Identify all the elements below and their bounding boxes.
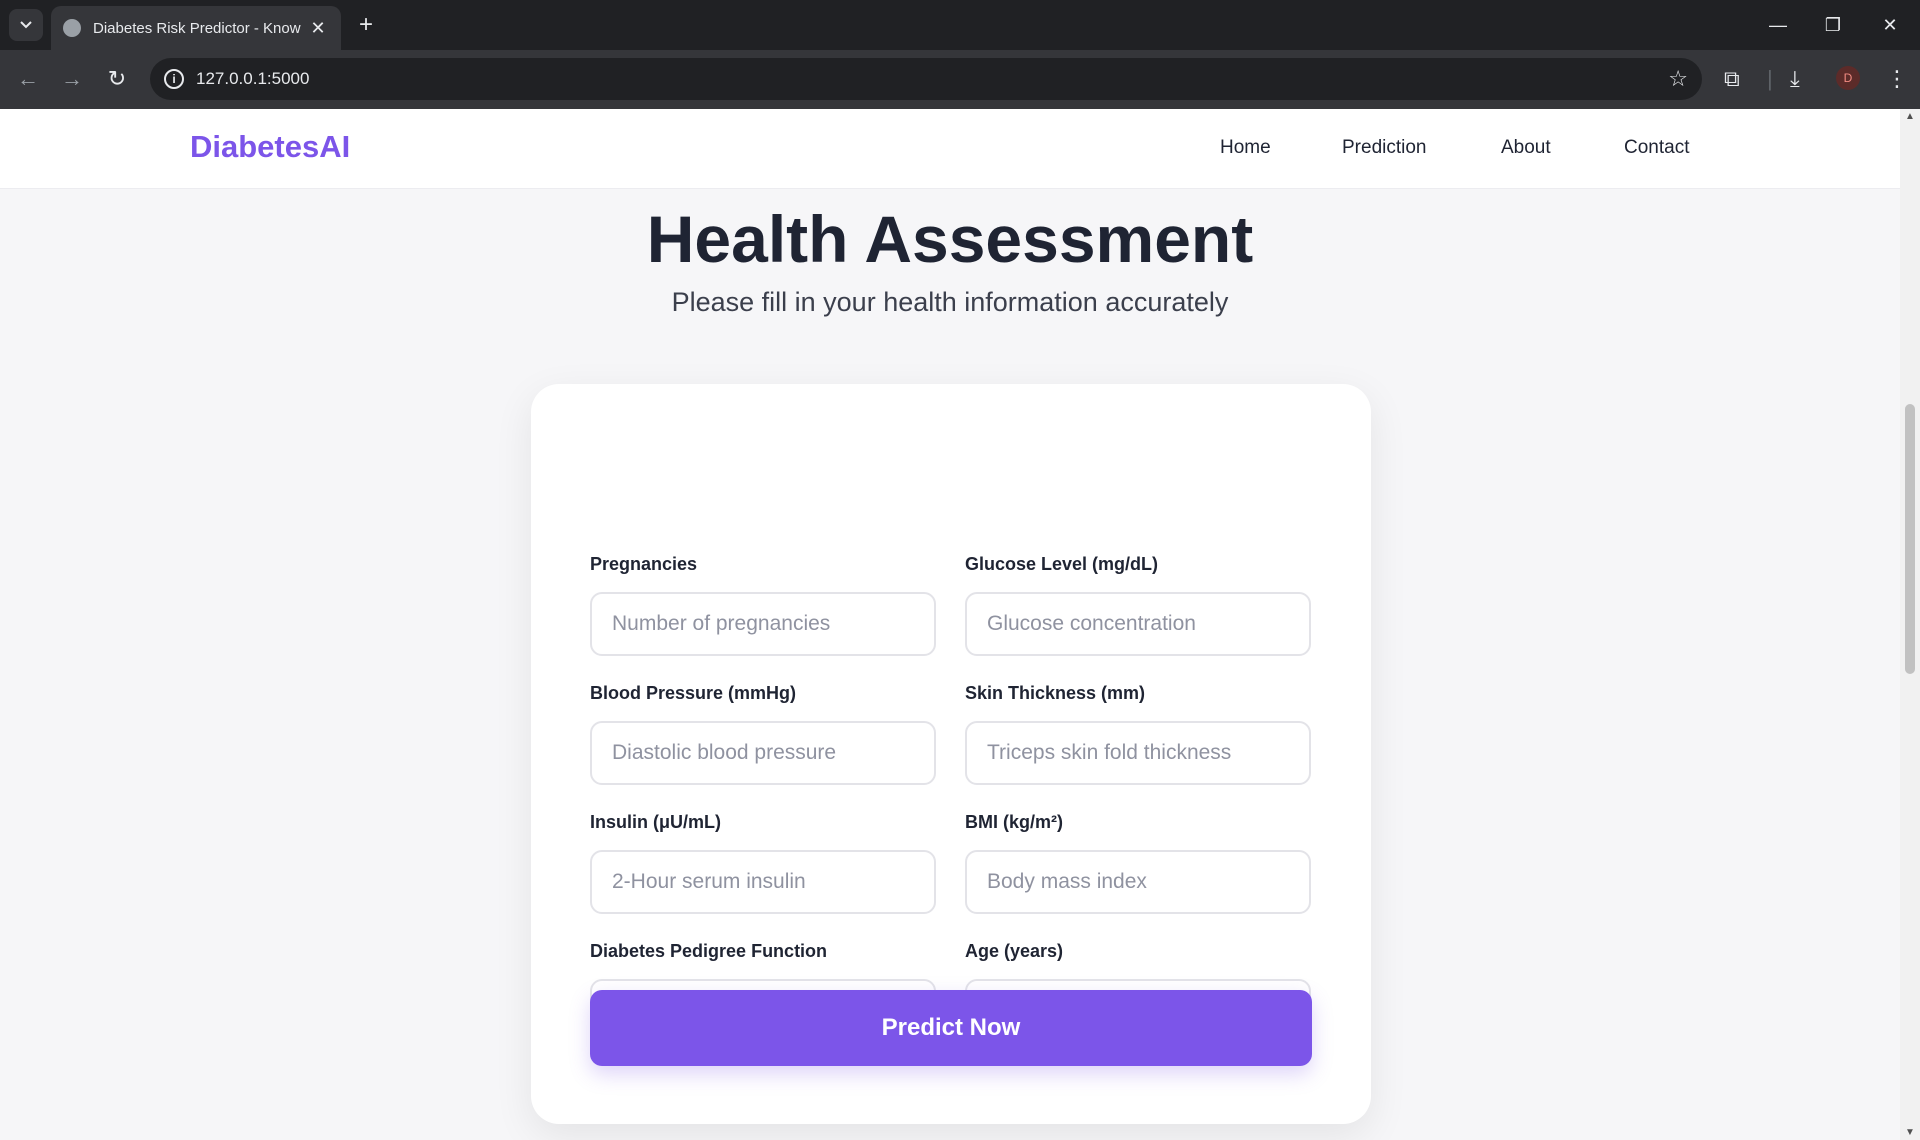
browser-chrome: Diabetes Risk Predictor - Know ✕ + — ❐ ✕… [0, 0, 1920, 109]
bookmark-star-icon[interactable]: ☆ [1668, 66, 1688, 92]
site-logo[interactable]: DiabetesAI [190, 129, 350, 165]
restore-icon[interactable]: ❐ [1815, 10, 1851, 40]
forward-icon[interactable]: → [57, 64, 87, 94]
field-glucose: Glucose Level (mg/dL) [965, 554, 1311, 656]
page-title: Health Assessment [646, 202, 1254, 276]
page-scrollbar[interactable]: ▲ ▼ [1900, 109, 1920, 1140]
scroll-down-arrow-icon[interactable]: ▼ [1904, 1127, 1916, 1138]
scrollbar-thumb[interactable] [1905, 404, 1915, 674]
extensions-icon[interactable]: ⧉ [1724, 64, 1740, 94]
browser-toolbar: ← → ↻ i 127.0.0.1:5000 ☆ ⧉ | ⤓ ⋮ [0, 50, 1920, 109]
nav-link-about[interactable]: About [1501, 137, 1551, 159]
minimize-icon[interactable]: — [1760, 10, 1796, 40]
pregnancies-label: Pregnancies [590, 554, 698, 574]
field-blood-pressure: Blood Pressure (mmHg) [590, 683, 936, 785]
predict-now-button[interactable]: Predict Now [590, 990, 1312, 1066]
field-bmi: BMI (kg/m²) [965, 812, 1311, 914]
blood-pressure-input[interactable] [590, 721, 936, 785]
field-skin-thickness: Skin Thickness (mm) [965, 683, 1311, 785]
close-tab-icon[interactable]: ✕ [307, 18, 329, 39]
nav-link-prediction[interactable]: Prediction [1342, 137, 1427, 159]
pedigree-label: Diabetes Pedigree Function [590, 941, 828, 961]
profile-avatar[interactable]: D [1836, 66, 1860, 90]
menu-dots-icon[interactable]: ⋮ [1886, 64, 1908, 94]
nav-link-home[interactable]: Home [1220, 137, 1271, 159]
page-subtitle: Please fill in your health information a… [671, 287, 1229, 317]
close-window-icon[interactable]: ✕ [1872, 10, 1908, 40]
active-tab[interactable]: Diabetes Risk Predictor - Know ✕ [51, 6, 341, 50]
tab-strip: Diabetes Risk Predictor - Know ✕ + — ❐ ✕ [0, 0, 1920, 50]
bmi-label: BMI (kg/m²) [965, 812, 1063, 832]
tab-search-button[interactable] [9, 9, 43, 41]
field-pregnancies: Pregnancies [590, 554, 936, 656]
site-info-icon[interactable]: i [164, 69, 184, 89]
url-text[interactable]: 127.0.0.1:5000 [196, 69, 309, 89]
glucose-input[interactable] [965, 592, 1311, 656]
site-navbar: DiabetesAI Home Prediction About Contact [0, 109, 1900, 189]
insulin-input[interactable] [590, 850, 936, 914]
address-bar[interactable]: i 127.0.0.1:5000 ☆ [150, 58, 1702, 100]
scroll-up-arrow-icon[interactable]: ▲ [1904, 111, 1916, 122]
skin-thickness-input[interactable] [965, 721, 1311, 785]
field-insulin: Insulin (μU/mL) [590, 812, 936, 914]
glucose-label: Glucose Level (mg/dL) [965, 554, 1159, 574]
toolbar-divider: | [1767, 66, 1773, 91]
reload-icon[interactable]: ↻ [102, 64, 132, 94]
insulin-label: Insulin (μU/mL) [590, 812, 722, 832]
health-assessment-form: Pregnancies Glucose Level (mg/dL) Blood … [531, 384, 1371, 1124]
back-icon[interactable]: ← [13, 64, 43, 94]
nav-link-contact[interactable]: Contact [1624, 137, 1689, 159]
pregnancies-input[interactable] [590, 592, 936, 656]
skin-thickness-label: Skin Thickness (mm) [965, 683, 1146, 703]
new-tab-button[interactable]: + [352, 12, 380, 40]
chevron-down-icon [20, 21, 32, 29]
tab-title: Diabetes Risk Predictor - Know [93, 19, 301, 37]
download-icon[interactable]: ⤓ [1790, 64, 1800, 94]
page-viewport: DiabetesAI Home Prediction About Contact… [0, 109, 1900, 1140]
bmi-input[interactable] [965, 850, 1311, 914]
blood-pressure-label: Blood Pressure (mmHg) [590, 683, 797, 703]
age-label: Age (years) [965, 941, 1064, 961]
globe-icon [63, 19, 81, 37]
